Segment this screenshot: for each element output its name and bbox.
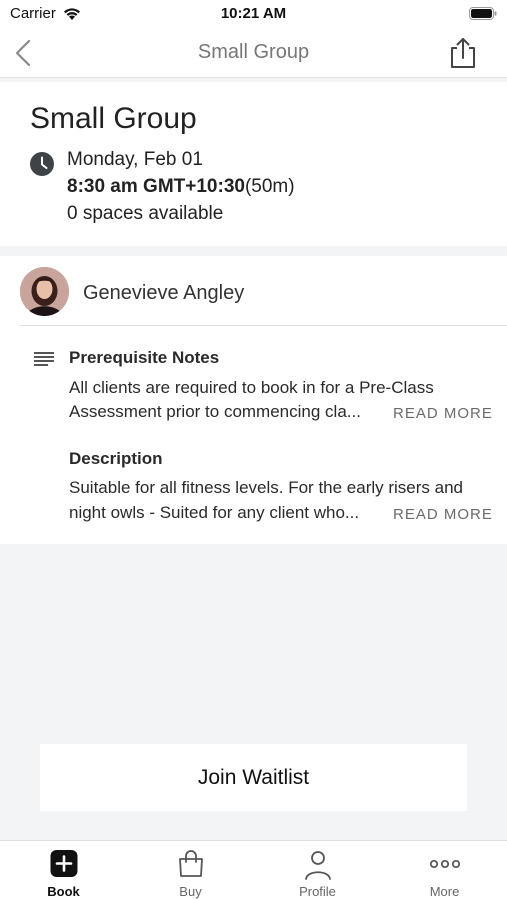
description-read-more-link[interactable]: READ MORE xyxy=(393,506,493,523)
tab-label: Book xyxy=(47,884,80,899)
tab-buy[interactable]: Buy xyxy=(127,841,254,900)
class-date: Monday, Feb 01 xyxy=(67,149,203,170)
instructor-photo xyxy=(20,267,69,316)
prerequisite-line-2: Assessment prior to commencing cla... xyxy=(69,402,361,421)
tab-profile[interactable]: Profile xyxy=(254,841,381,900)
description-heading: Description xyxy=(69,449,163,468)
share-button[interactable] xyxy=(447,36,479,70)
prerequisite-line-1: All clients are required to book in for … xyxy=(69,378,434,397)
person-icon xyxy=(304,851,331,880)
instructor-row[interactable]: Genevieve Angley xyxy=(0,256,507,326)
divider xyxy=(20,325,507,326)
class-time-line: 8:30 am GMT+10:30(50m) xyxy=(67,176,295,198)
class-header-card: Small Group Monday, Feb 01 8:30 am GMT+1… xyxy=(0,82,507,246)
spaces-available: 0 spaces available xyxy=(67,203,224,224)
shopping-bag-icon xyxy=(178,850,203,877)
status-bar: Carrier 10:21 AM xyxy=(0,0,507,28)
nav-title: Small Group xyxy=(197,41,310,63)
plus-square-icon xyxy=(50,850,77,877)
tab-book[interactable]: Book xyxy=(0,841,127,900)
tab-label: Buy xyxy=(179,884,202,899)
tab-more[interactable]: More xyxy=(381,841,507,900)
chevron-left-icon xyxy=(15,39,31,67)
tab-label: More xyxy=(429,884,460,899)
prerequisite-read-more-link[interactable]: READ MORE xyxy=(393,405,493,422)
description-line-2: night owls - Suited for any client who..… xyxy=(69,503,360,522)
avatar xyxy=(20,267,69,316)
clock-icon xyxy=(30,152,54,176)
share-icon xyxy=(451,38,475,68)
class-details-card: Genevieve Angley Prerequisite Notes All … xyxy=(0,256,507,544)
tab-label: Profile xyxy=(299,884,336,899)
tab-bar: Book Buy Profile More xyxy=(0,840,507,900)
status-time: 10:21 AM xyxy=(220,5,287,22)
class-duration: (50m) xyxy=(244,176,295,197)
prerequisite-heading: Prerequisite Notes xyxy=(69,348,220,367)
back-button[interactable] xyxy=(10,38,40,68)
battery-icon xyxy=(469,7,497,20)
ellipsis-icon xyxy=(429,859,460,869)
class-time: 8:30 am GMT+10:30 xyxy=(67,176,245,197)
notes-icon xyxy=(34,352,54,366)
class-title: Small Group xyxy=(30,102,197,135)
navigation-bar: Small Group xyxy=(0,28,507,78)
description-line-1: Suitable for all fitness levels. For the… xyxy=(69,478,464,497)
instructor-name: Genevieve Angley xyxy=(83,282,245,304)
join-waitlist-button[interactable]: Join Waitlist xyxy=(40,744,467,811)
